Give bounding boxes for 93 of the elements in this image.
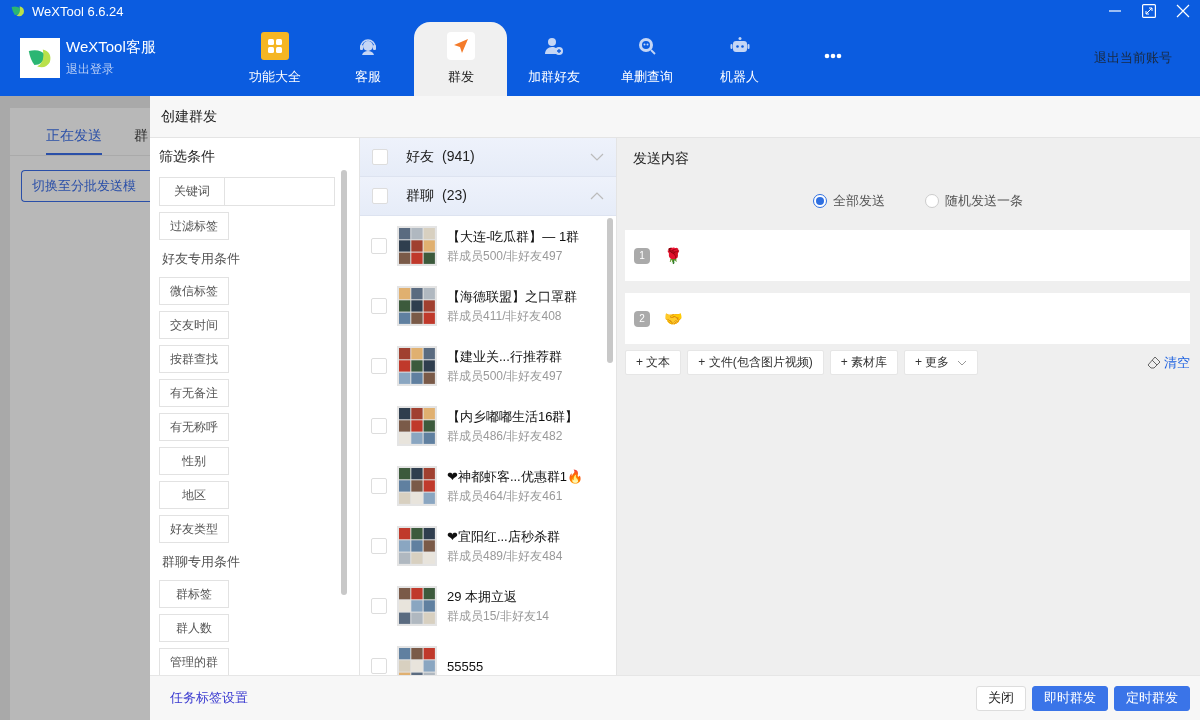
section-label: 群聊专用条件 — [161, 553, 241, 571]
radio[interactable] — [812, 194, 827, 208]
section-heading: 发送内容 — [632, 149, 690, 168]
category-count: (23) — [442, 187, 467, 205]
filter-button[interactable]: 有无称呼 — [159, 413, 229, 441]
add-user-icon — [543, 36, 564, 56]
tab[interactable]: 群 — [134, 127, 148, 155]
account-name: WeXTool客服 — [66, 38, 156, 57]
filter-button[interactable]: 群标签 — [159, 580, 229, 608]
group-name: ❤宜阳红...店秒杀群 — [447, 527, 561, 546]
group-name: 55555 — [447, 658, 484, 674]
checkbox[interactable] — [371, 658, 387, 674]
category-label: 群聊 — [406, 187, 434, 205]
group-stats: 群成员464/非好友461 — [447, 487, 564, 505]
filter-button[interactable]: 性别 — [159, 447, 229, 475]
grid-icon — [260, 32, 289, 60]
tab[interactable]: 正在发送 — [46, 127, 102, 155]
group-stats: 群成员15/非好友14 — [447, 607, 550, 625]
nav-tab[interactable]: 功能大全 — [228, 22, 321, 96]
checkbox[interactable] — [371, 538, 387, 554]
group-name: 【建业关...行推荐群 — [447, 347, 563, 366]
drawer-title: 创建群发 — [150, 96, 1200, 138]
clear-button[interactable]: 清空 — [1147, 353, 1190, 372]
add-button[interactable]: + 文本 — [625, 350, 682, 375]
scrollbar[interactable] — [607, 218, 613, 363]
checkbox[interactable] — [372, 188, 388, 204]
scrollbar[interactable] — [341, 170, 347, 595]
message-item[interactable]: 1 🌹 — [625, 230, 1190, 281]
add-button[interactable]: + 文件(包含图片视频) — [687, 350, 824, 375]
send-mode-option[interactable]: 全部发送 — [812, 192, 885, 210]
group-name: 29 本拥立返 — [447, 587, 519, 606]
group-name: ❤神都虾客...优惠群1🔥 — [447, 467, 583, 486]
maximize-icon[interactable] — [1142, 4, 1156, 18]
group-name: 【大连-吃瓜群】— 1群 — [447, 227, 580, 246]
checkbox[interactable] — [371, 598, 387, 614]
group-name: 【海德联盟】之口罩群 — [447, 287, 577, 306]
group-stats: 群成员411/非好友408 — [447, 307, 563, 325]
checkbox[interactable] — [372, 149, 388, 165]
more-icon[interactable] — [823, 53, 842, 59]
filter-button[interactable]: 微信标签 — [159, 277, 229, 305]
message-text: 🤝 — [664, 309, 683, 328]
keyword-field[interactable] — [225, 177, 335, 206]
add-button[interactable]: + 素材库 — [829, 350, 899, 375]
radio[interactable] — [924, 194, 939, 208]
index-badge: 2 — [634, 310, 650, 327]
checkbox[interactable] — [371, 418, 387, 434]
category-count: (941) — [442, 148, 475, 166]
checkbox[interactable] — [371, 238, 387, 254]
checkbox[interactable] — [371, 298, 387, 314]
footer-button[interactable]: 定时群发 — [1114, 685, 1190, 711]
filter-button[interactable]: 过滤标签 — [159, 212, 229, 240]
nav-tab[interactable]: 机器人 — [693, 22, 786, 96]
section-heading: 筛选条件 — [159, 148, 216, 166]
logout-link[interactable]: 退出登录 — [66, 61, 156, 78]
add-button[interactable]: + 更多 — [904, 350, 979, 375]
group-stats: 群成员500/非好友497 — [447, 367, 563, 385]
filter-button[interactable]: 交友时间 — [159, 311, 229, 339]
category-label: 好友 — [406, 148, 434, 166]
category-header[interactable]: 好友 (941) — [360, 138, 616, 177]
index-badge: 1 — [634, 247, 650, 264]
group-stats: 群成员489/非好友484 — [447, 547, 563, 565]
filter-button[interactable]: 管理的群 — [159, 648, 229, 675]
message-text: 🌹 — [664, 246, 683, 265]
window-title: WeXTool 6.6.24 — [32, 3, 124, 19]
group-name: 【内乡嘟嘟生活16群】 — [447, 407, 579, 426]
nav-tab[interactable]: 加群好友 — [507, 22, 600, 96]
paper-plane-icon — [446, 32, 475, 60]
footer-button[interactable]: 即时群发 — [1032, 685, 1108, 711]
filter-button[interactable]: 按群查找 — [159, 345, 229, 373]
chevron-up-icon[interactable] — [590, 192, 604, 200]
filter-button[interactable]: 地区 — [159, 481, 229, 509]
group-stats: 群成员500/非好友497 — [447, 247, 564, 265]
filter-button[interactable]: 群人数 — [159, 614, 229, 642]
nav-tab[interactable]: 客服 — [321, 22, 414, 96]
close-icon[interactable] — [1176, 4, 1190, 18]
filter-button[interactable]: 有无备注 — [159, 379, 229, 407]
keyword-label: 关键词 — [159, 177, 225, 206]
chevron-down-icon[interactable] — [590, 153, 604, 161]
headset-icon — [357, 36, 378, 56]
group-stats: 群成员486/非好友482 — [447, 427, 564, 445]
category-header[interactable]: 群聊 (23) — [360, 177, 616, 216]
send-mode-option[interactable]: 随机发送一条 — [924, 192, 1023, 210]
nav-tab[interactable]: 单删查询 — [600, 22, 693, 96]
checkbox[interactable] — [371, 358, 387, 374]
checkbox[interactable] — [371, 478, 387, 494]
caret-icon — [957, 359, 968, 366]
search-icon — [636, 36, 657, 56]
task-tag-link[interactable]: 任务标签设置 — [170, 689, 248, 707]
section-label: 好友专用条件 — [161, 250, 241, 268]
footer-button[interactable]: 关闭 — [976, 685, 1026, 711]
eraser-icon — [1147, 355, 1161, 370]
filter-button[interactable]: 好友类型 — [159, 515, 229, 543]
nav-tab[interactable]: 群发 — [414, 22, 507, 96]
